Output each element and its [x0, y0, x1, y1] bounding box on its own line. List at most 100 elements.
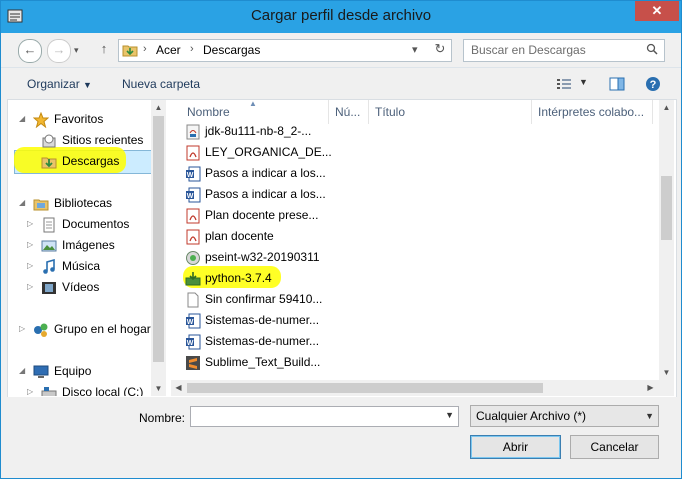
- sidebar-item-recent[interactable]: Sitios recientes: [41, 130, 143, 150]
- expand-arrow-icon[interactable]: ▷: [27, 277, 33, 297]
- up-button[interactable]: ↑: [93, 39, 115, 61]
- sidebar-label: Equipo: [54, 364, 92, 378]
- file-name: plan docente: [205, 229, 274, 243]
- organize-button[interactable]: Organizar ▼: [27, 77, 92, 91]
- file-open-dialog: Cargar perfil desde archivo ✕ ← → ▾ ↑ › …: [0, 0, 682, 479]
- scroll-up-icon[interactable]: ▲: [659, 100, 674, 115]
- sublime-icon: [186, 355, 200, 370]
- breadcrumb-acer[interactable]: Acer: [156, 43, 181, 57]
- expand-arrow-icon[interactable]: ▷: [27, 235, 33, 255]
- file-item[interactable]: python-3.7.4: [185, 268, 272, 289]
- music-icon: [43, 258, 55, 274]
- filetype-select[interactable]: Cualquier Archivo (*) ▼: [470, 405, 659, 427]
- pdf-icon: [186, 208, 200, 224]
- sidebar-label: Bibliotecas: [54, 196, 113, 210]
- organize-label: Organizar: [27, 77, 80, 91]
- view-options-icon[interactable]: [556, 76, 572, 92]
- sidebar-item-music[interactable]: ▷ Música: [27, 256, 101, 276]
- sidebar-item-documents[interactable]: ▷ Documentos: [27, 214, 129, 234]
- search-input[interactable]: Buscar en Descargas: [471, 43, 586, 57]
- libraries-icon: [33, 199, 49, 211]
- expand-arrow-icon[interactable]: ▷: [19, 319, 25, 339]
- file-item[interactable]: LEY_ORGANICA_DE...: [185, 142, 332, 163]
- downloads-folder-icon: [41, 157, 57, 169]
- python-installer-icon: [185, 271, 201, 286]
- sidebar-label: Favoritos: [54, 112, 104, 126]
- scrollbar-thumb[interactable]: [661, 176, 672, 240]
- sidebar-label: Imágenes: [62, 238, 115, 252]
- collapse-arrow-icon[interactable]: ◢: [19, 109, 25, 129]
- scroll-right-icon[interactable]: ▶: [643, 380, 658, 395]
- breadcrumb-descargas[interactable]: Descargas: [203, 43, 260, 57]
- sidebar-item-videos[interactable]: ▷ Vídeos: [27, 277, 99, 297]
- sidebar-item-localdisk[interactable]: ▷ Disco local (C:): [27, 382, 143, 396]
- installer-icon: [186, 250, 200, 265]
- sidebar-item-libraries[interactable]: ◢ Bibliotecas: [19, 193, 113, 213]
- back-button[interactable]: ←: [18, 39, 42, 63]
- file-name: LEY_ORGANICA_DE...: [205, 145, 332, 159]
- file-item[interactable]: W Sistemas-de-numer...: [185, 310, 319, 331]
- scrollbar-thumb[interactable]: [187, 383, 543, 393]
- forward-button[interactable]: →: [47, 39, 71, 63]
- new-folder-button[interactable]: Nueva carpeta: [122, 77, 200, 91]
- collapse-arrow-icon[interactable]: ◢: [19, 193, 25, 213]
- file-item[interactable]: W Pasos a indicar a los...: [185, 184, 326, 205]
- preview-pane-icon[interactable]: [609, 76, 625, 92]
- refresh-icon[interactable]: ↻: [431, 41, 449, 59]
- scroll-down-icon[interactable]: ▼: [151, 381, 166, 396]
- window-title: Cargar perfil desde archivo: [250, 7, 432, 24]
- cancel-button[interactable]: Cancelar: [570, 435, 659, 459]
- file-item[interactable]: plan docente: [185, 226, 274, 247]
- scrollbar-thumb[interactable]: [153, 116, 164, 362]
- file-item[interactable]: W Sistemas-de-numer...: [185, 331, 319, 352]
- content-area: ◢ Favoritos Sitios recientes Descargas ◢…: [7, 99, 677, 399]
- word-icon: W: [186, 166, 201, 182]
- view-dropdown-icon[interactable]: ▼: [579, 77, 588, 87]
- sidebar-item-images[interactable]: ▷ Imágenes: [27, 235, 115, 255]
- column-header-number[interactable]: Nú...: [329, 100, 369, 124]
- recent-places-icon: [42, 134, 56, 148]
- dialog-footer: Nombre: ▼ Cualquier Archivo (*) ▼ Abrir …: [1, 397, 681, 478]
- pdf-icon: [186, 229, 200, 245]
- file-item[interactable]: W Pasos a indicar a los...: [185, 163, 326, 184]
- navigation-scrollbar[interactable]: ▲ ▼: [151, 100, 166, 396]
- scroll-left-icon[interactable]: ◀: [171, 380, 186, 395]
- file-item[interactable]: Plan docente prese...: [185, 205, 318, 226]
- file-item[interactable]: Sublime_Text_Build...: [185, 352, 320, 373]
- open-button[interactable]: Abrir: [470, 435, 561, 459]
- column-header-artists[interactable]: Intérpretes colabo...: [532, 100, 653, 124]
- expand-arrow-icon[interactable]: ▷: [27, 214, 33, 234]
- history-dropdown-icon[interactable]: ▾: [74, 45, 79, 56]
- sidebar-item-homegroup[interactable]: ▷ Grupo en el hogar: [19, 319, 151, 339]
- column-header-title[interactable]: Título: [369, 100, 532, 124]
- expand-arrow-icon[interactable]: ▷: [27, 382, 33, 396]
- filename-input[interactable]: ▼: [190, 406, 459, 427]
- word-icon: W: [186, 187, 201, 203]
- videos-icon: [42, 281, 56, 294]
- file-item[interactable]: Sin confirmar 59410...: [185, 289, 322, 310]
- close-button[interactable]: ✕: [635, 1, 679, 21]
- svg-text:W: W: [187, 340, 194, 347]
- file-list-scrollbar[interactable]: ▲ ▼: [659, 100, 674, 396]
- address-bar[interactable]: › Acer › Descargas ▾ ↻: [118, 39, 452, 62]
- collapse-arrow-icon[interactable]: ◢: [19, 361, 25, 381]
- file-item[interactable]: pseint-w32-20190311: [185, 247, 320, 268]
- sidebar-item-favorites[interactable]: ◢ Favoritos: [19, 109, 104, 129]
- filename-label: Nombre:: [139, 411, 186, 425]
- sidebar-item-computer[interactable]: ◢ Equipo: [19, 361, 92, 381]
- sidebar-item-downloads[interactable]: Descargas: [41, 151, 119, 171]
- help-icon[interactable]: ?: [645, 76, 661, 92]
- sidebar-label: Sitios recientes: [62, 133, 144, 147]
- file-list-horizontal-scrollbar[interactable]: ◀ ▶: [171, 380, 659, 396]
- filename-dropdown-icon[interactable]: ▼: [445, 410, 454, 420]
- search-icon[interactable]: [646, 43, 658, 55]
- title-bar: Cargar perfil desde archivo ✕: [1, 1, 681, 33]
- breadcrumb-separator: ›: [190, 43, 194, 55]
- sidebar-label: Música: [62, 259, 101, 273]
- address-dropdown-icon[interactable]: ▾: [412, 43, 418, 56]
- search-box[interactable]: Buscar en Descargas: [463, 39, 665, 62]
- file-item[interactable]: jdk-8u111-nb-8_2-...: [185, 121, 311, 142]
- scroll-up-icon[interactable]: ▲: [151, 100, 166, 115]
- scroll-down-icon[interactable]: ▼: [659, 365, 674, 380]
- expand-arrow-icon[interactable]: ▷: [27, 256, 33, 276]
